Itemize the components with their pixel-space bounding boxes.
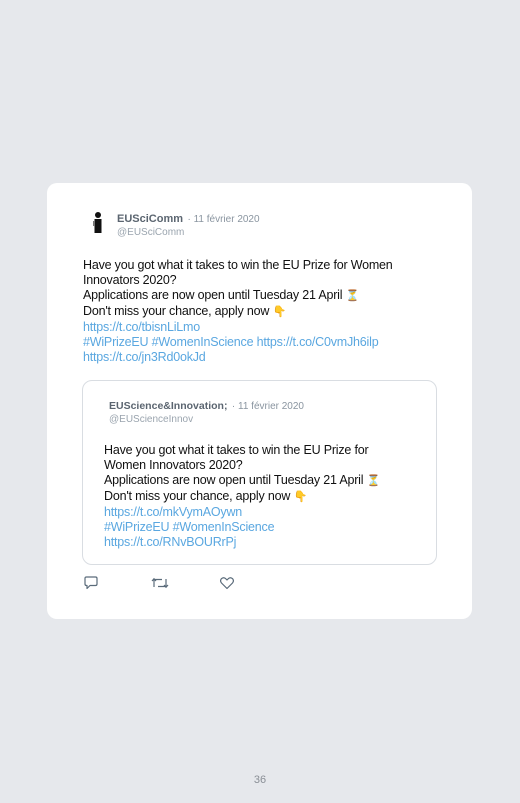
pointing-down-icon: 👇: [293, 491, 307, 503]
quoted-line: Have you got what it takes to win the EU…: [104, 443, 369, 457]
like-icon: [220, 577, 234, 590]
tweet-text: Have you got what it takes to win the EU…: [83, 258, 443, 365]
quoted-header: EUScience&Innovation; · 11 février 2020 …: [109, 398, 304, 426]
tweet-line: Have you got what it takes to win the EU…: [83, 258, 393, 272]
avatar[interactable]: [83, 211, 113, 241]
tweet-date[interactable]: · 11 février 2020: [187, 214, 259, 225]
tweet-card: EUSciComm · 11 février 2020 @EUSciComm H…: [47, 183, 472, 619]
person-silhouette-icon: [93, 212, 102, 233]
tweet-hashtags-link[interactable]: #WiPrizeEU #WomenInScience https://t.co/…: [83, 335, 443, 350]
retweet-icon: [151, 577, 169, 589]
quoted-text: Have you got what it takes to win the EU…: [104, 443, 424, 550]
hourglass-icon: ⏳: [345, 290, 360, 302]
quoted-author-name[interactable]: EUScience&Innovation;: [109, 400, 227, 412]
quoted-handle[interactable]: @EUScienceInnov: [109, 413, 304, 426]
quoted-tweet[interactable]: EUScience&Innovation; · 11 février 2020 …: [82, 380, 437, 565]
tweet-actions: [83, 575, 287, 591]
tweet-line: Innovators 2020?: [83, 273, 177, 287]
reply-button[interactable]: [83, 575, 151, 591]
hourglass-icon: ⏳: [366, 475, 381, 487]
quoted-line: Don't miss your chance, apply now 👇: [104, 489, 307, 503]
tweet-line: Applications are now open until Tuesday …: [83, 288, 360, 302]
quoted-hashtags[interactable]: #WiPrizeEU #WomenInScience: [104, 520, 424, 535]
quoted-date[interactable]: · 11 février 2020: [232, 401, 304, 412]
author-handle[interactable]: @EUSciComm: [117, 226, 260, 239]
tweet-header: EUSciComm · 11 février 2020 @EUSciComm: [83, 211, 260, 241]
quoted-line: Applications are now open until Tuesday …: [104, 473, 381, 487]
author-name[interactable]: EUSciComm: [117, 213, 183, 225]
quoted-link[interactable]: https://t.co/RNvBOURrPj: [104, 535, 424, 550]
pointing-down-icon: 👇: [272, 306, 286, 318]
tweet-link[interactable]: https://t.co/jn3Rd0okJd: [83, 350, 443, 365]
tweet-link[interactable]: https://t.co/tbisnLiLmo: [83, 320, 443, 335]
quoted-link[interactable]: https://t.co/mkVymAOywn: [104, 505, 424, 520]
like-button[interactable]: [219, 575, 287, 591]
quoted-line: Women Innovators 2020?: [104, 458, 243, 472]
page-number: 36: [253, 774, 267, 786]
retweet-button[interactable]: [151, 575, 219, 591]
reply-icon: [84, 576, 98, 590]
tweet-line: Don't miss your chance, apply now 👇: [83, 304, 286, 318]
